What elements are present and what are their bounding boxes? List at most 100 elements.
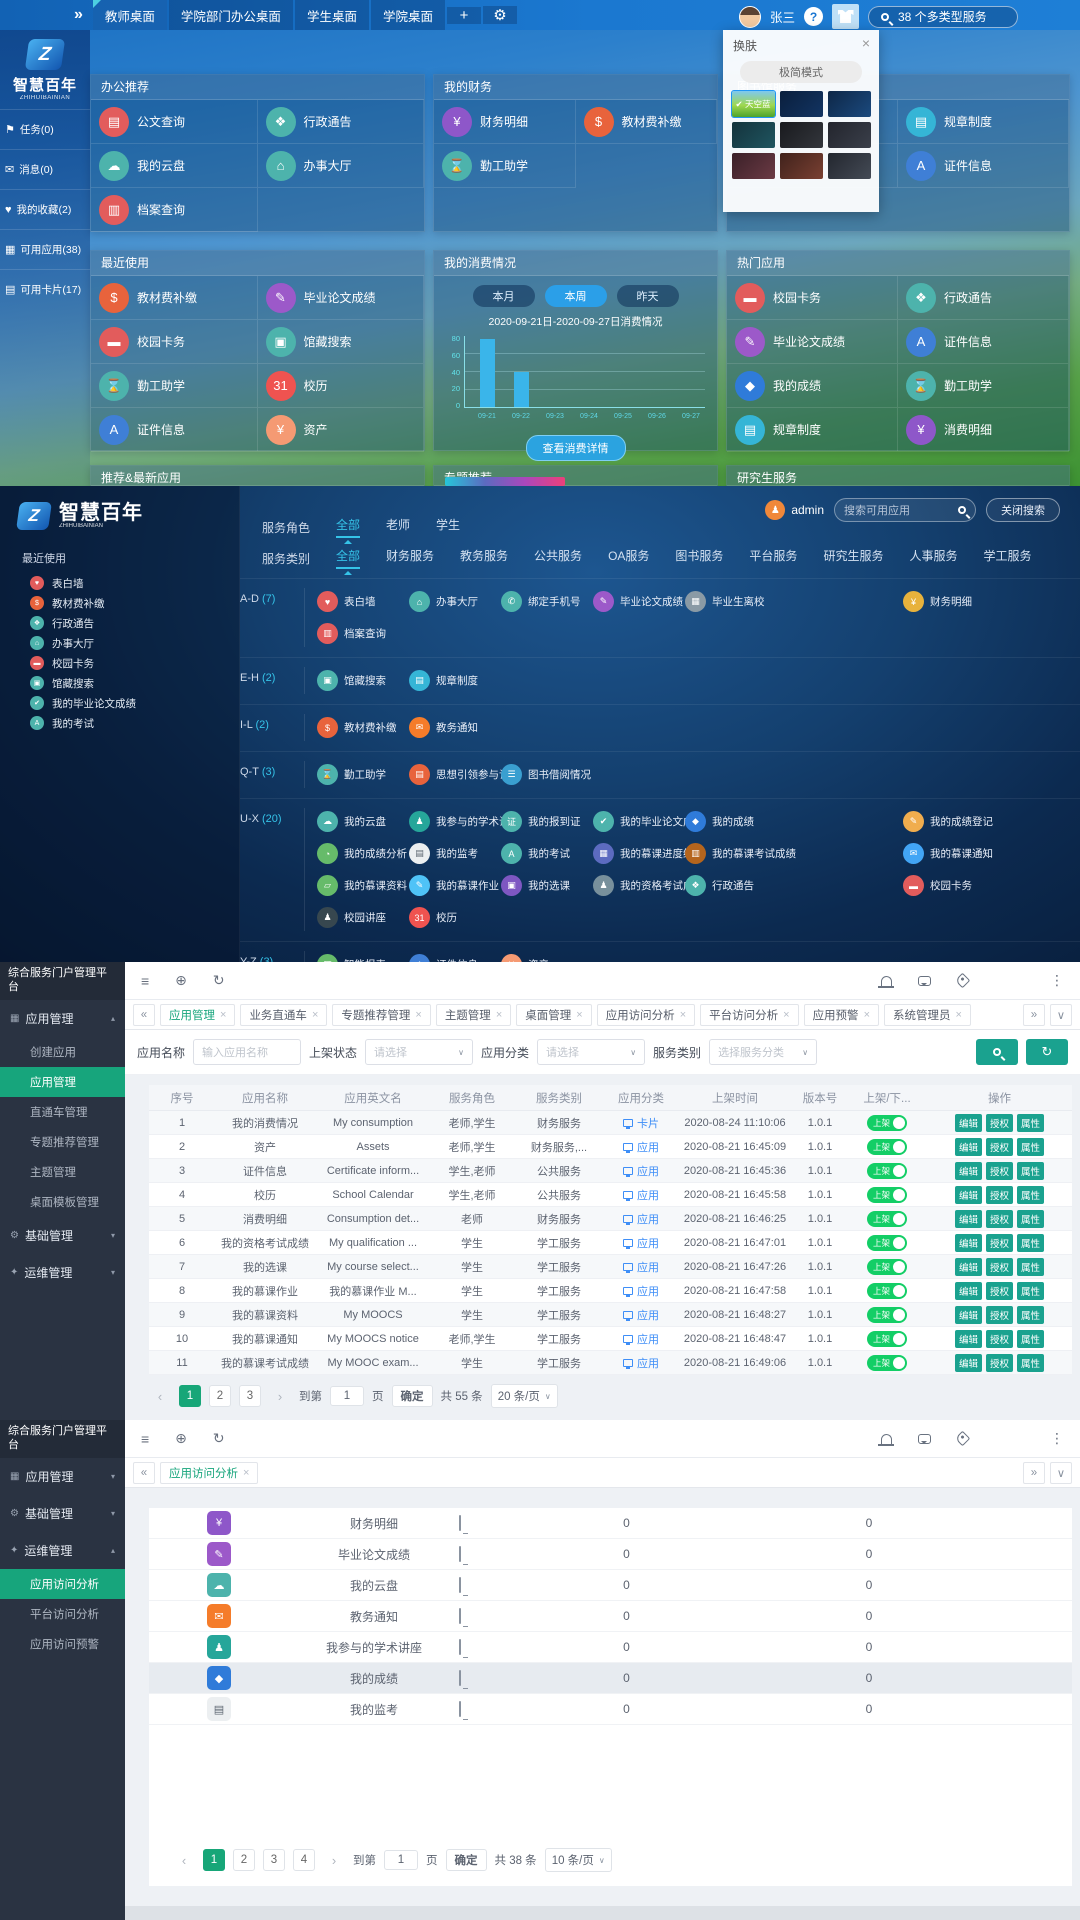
role-filter-option[interactable]: 老师 [386, 516, 410, 538]
access-table-row[interactable]: ✉ 教务通知 0 0 [149, 1601, 1072, 1632]
recent-app-item[interactable]: A 我的考试 [0, 713, 239, 733]
desktop-tab[interactable]: 教师桌面 [93, 0, 167, 30]
category-link[interactable]: 应用 [623, 1187, 659, 1203]
type-filter-option[interactable]: 学工服务 [983, 547, 1031, 569]
app-tile[interactable]: ▬ 校园卡务 [91, 320, 258, 364]
hall-app-tile[interactable]: A 证件信息 [409, 951, 501, 962]
goto-page-input[interactable]: 1 [384, 1850, 418, 1870]
hall-app-tile[interactable]: ▤ 规章制度 [409, 667, 501, 694]
page-number[interactable]: 1 [179, 1385, 201, 1407]
menu-item[interactable]: 应用访问预警 [0, 1629, 125, 1659]
menu-item[interactable]: 应用访问分析 [0, 1569, 125, 1599]
admin-tab[interactable]: 业务直通车× [240, 1004, 327, 1026]
role-filter-option[interactable]: 全部 [336, 516, 360, 538]
category-link[interactable]: 应用 [623, 1307, 659, 1323]
refresh-icon[interactable]: ↻ [213, 1430, 225, 1447]
tag-icon[interactable] [955, 1431, 971, 1447]
table-row[interactable]: 6 我的资格考试成绩 My qualification ... 学生 学工服务 … [149, 1231, 1072, 1255]
property-button[interactable]: 属性 [1017, 1234, 1044, 1252]
hall-app-tile[interactable]: ✆ 绑定手机号 [501, 588, 593, 615]
page-number[interactable]: 2 [209, 1385, 231, 1407]
table-row[interactable]: 1 我的消费情况 My consumption 老师,学生 财务服务 卡片 20… [149, 1111, 1072, 1135]
recent-app-item[interactable]: ♥ 表白墙 [0, 573, 239, 593]
hall-app-tile[interactable]: ▦ 毕业生离校 [685, 588, 903, 615]
menu-group-header[interactable]: ⚙ 基础管理 ▾ [0, 1217, 125, 1254]
app-tile[interactable]: ¥ 消费明细 [898, 408, 1069, 452]
property-button[interactable]: 属性 [1017, 1354, 1044, 1372]
hall-app-tile[interactable]: ♟ 我参与的学术讲座 [409, 808, 501, 835]
service-search[interactable]: 38 个多类型服务 [868, 6, 1018, 28]
page-number[interactable]: 2 [233, 1849, 255, 1871]
category-link[interactable]: 应用 [623, 1283, 659, 1299]
category-link[interactable]: 卡片 [623, 1115, 659, 1131]
admin-tab[interactable]: 系统管理员× [884, 1004, 971, 1026]
skin-thumbnail[interactable] [828, 153, 871, 179]
menu-group-header[interactable]: ▦ 应用管理 ▴ [0, 1000, 125, 1037]
edit-button[interactable]: 编辑 [955, 1114, 982, 1132]
menu-group-header[interactable]: ✦ 运维管理 ▾ [0, 1254, 125, 1291]
hall-app-tile[interactable]: ⌛ 勤工助学 [317, 761, 409, 788]
page-number[interactable]: 4 [293, 1849, 315, 1871]
publish-toggle[interactable]: 上架 [867, 1307, 907, 1323]
consumption-period-tab[interactable]: 本周 [545, 285, 607, 307]
hall-app-tile[interactable]: ♟ 我的资格考试成绩 [593, 872, 685, 899]
hall-app-tile[interactable]: ▤ 我的监考 [409, 840, 501, 867]
app-tile[interactable]: ❖ 行政通告 [258, 100, 425, 144]
hall-app-tile[interactable]: ▣ 我的选课 [501, 872, 593, 899]
consumption-period-tab[interactable]: 昨天 [617, 285, 679, 307]
table-row[interactable]: 4 校历 School Calendar 学生,老师 公共服务 应用 2020-… [149, 1183, 1072, 1207]
next-page-icon[interactable]: › [323, 1849, 345, 1871]
collapse-menu-icon[interactable]: ≡ [141, 973, 149, 989]
skin-thumbnail[interactable] [732, 153, 775, 179]
app-name-input[interactable]: 输入应用名称 [193, 1039, 301, 1065]
app-tile[interactable]: ◆ 我的成绩 [727, 364, 898, 408]
type-filter-option[interactable]: OA服务 [608, 547, 649, 569]
app-tile[interactable]: ▤ 规章制度 [898, 100, 1069, 144]
app-tile[interactable]: ☁ 我的云盘 [91, 144, 258, 188]
close-tab-icon[interactable]: × [864, 1009, 870, 1021]
edit-button[interactable]: 编辑 [955, 1234, 982, 1252]
table-row[interactable]: 5 消费明细 Consumption det... 老师 财务服务 应用 202… [149, 1207, 1072, 1231]
table-row[interactable]: 2 资产 Assets 老师,学生 财务服务,... 应用 2020-08-21… [149, 1135, 1072, 1159]
type-filter-option[interactable]: 人事服务 [909, 547, 957, 569]
sidebar-item[interactable]: ⚑ 任务(0) [0, 109, 90, 149]
hall-app-tile[interactable]: ⌂ 办事大厅 [409, 588, 501, 615]
goto-page-input[interactable]: 1 [330, 1386, 364, 1406]
tabs-scroll-left[interactable]: « [133, 1004, 155, 1026]
menu-item[interactable]: 直通车管理 [0, 1097, 125, 1127]
tabs-scroll-left[interactable]: « [133, 1462, 155, 1484]
publish-toggle[interactable]: 上架 [867, 1163, 907, 1179]
view-consumption-detail-button[interactable]: 查看消费详情 [526, 435, 626, 461]
hall-app-tile[interactable]: $ 教材费补缴 [317, 714, 409, 741]
sidebar-item[interactable]: ✉ 消息(0) [0, 149, 90, 189]
chat-icon[interactable] [918, 976, 931, 986]
authorize-button[interactable]: 授权 [986, 1234, 1013, 1252]
admin-tab[interactable]: 应用访问分析× [597, 1004, 695, 1026]
menu-item[interactable]: 创建应用 [0, 1037, 125, 1067]
publish-toggle[interactable]: 上架 [867, 1187, 907, 1203]
access-table-row[interactable]: ♟ 我参与的学术讲座 0 0 [149, 1632, 1072, 1663]
hall-app-tile[interactable]: ▥ 我的慕课考试成绩 [685, 840, 903, 867]
authorize-button[interactable]: 授权 [986, 1258, 1013, 1276]
page-number[interactable]: 3 [263, 1849, 285, 1871]
prev-page-icon[interactable]: ‹ [173, 1849, 195, 1871]
category-link[interactable]: 应用 [623, 1331, 659, 1347]
app-tile[interactable]: ⌂ 办事大厅 [258, 144, 425, 188]
desktop-settings-button[interactable]: ⚙ [483, 6, 517, 24]
close-tab-icon[interactable]: × [576, 1009, 582, 1021]
property-button[interactable]: 属性 [1017, 1186, 1044, 1204]
authorize-button[interactable]: 授权 [986, 1330, 1013, 1348]
page-size-select[interactable]: 10 条/页∨ [545, 1848, 612, 1872]
menu-item[interactable]: 平台访问分析 [0, 1599, 125, 1629]
skin-thumbnail[interactable] [780, 153, 823, 179]
recent-app-item[interactable]: $ 教材费补缴 [0, 593, 239, 613]
app-tile[interactable]: ¥ 资产 [258, 408, 425, 452]
category-link[interactable]: 应用 [623, 1211, 659, 1227]
publish-toggle[interactable]: 上架 [867, 1115, 907, 1131]
category-link[interactable]: 应用 [623, 1259, 659, 1275]
desktop-tab[interactable]: 学院部门办公桌面 [169, 0, 293, 30]
tabs-scroll-right[interactable]: » [1023, 1004, 1045, 1026]
hall-app-tile[interactable]: ▥ 智能报表 [317, 951, 409, 962]
property-button[interactable]: 属性 [1017, 1282, 1044, 1300]
hall-app-tile[interactable]: 31 校历 [409, 904, 501, 931]
